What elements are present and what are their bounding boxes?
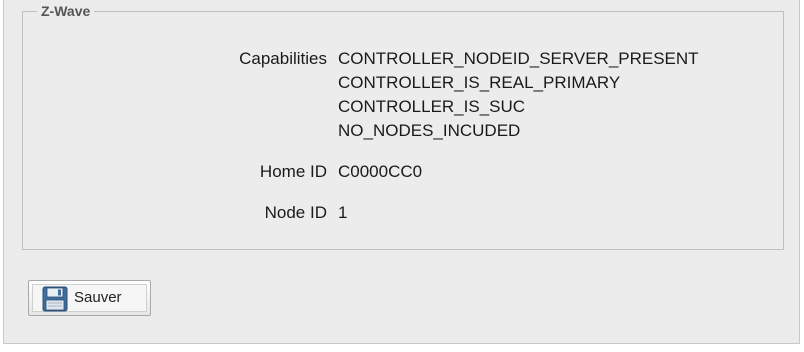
- zwave-fieldset: Z-Wave Capabilities CONTROLLER_NODEID_SE…: [22, 2, 784, 250]
- save-button[interactable]: Sauver: [28, 280, 151, 316]
- home-id-value: C0000CC0: [338, 162, 423, 181]
- save-button-label: Sauver: [74, 289, 122, 306]
- fieldset-legend: Z-Wave: [37, 2, 95, 20]
- capabilities-label: Capabilities: [239, 49, 327, 68]
- capability-item: CONTROLLER_NODEID_SERVER_PRESENT: [338, 49, 699, 68]
- capabilities-list: CONTROLLER_NODEID_SERVER_PRESENT CONTROL…: [338, 47, 699, 143]
- capability-item: CONTROLLER_IS_SUC: [338, 97, 526, 116]
- floppy-disk-icon: [42, 286, 68, 312]
- home-id-label: Home ID: [259, 162, 327, 181]
- node-id-label: Node ID: [264, 203, 327, 222]
- node-id-value: 1: [338, 203, 348, 222]
- capability-item: CONTROLLER_IS_REAL_PRIMARY: [338, 73, 621, 92]
- zwave-panel: Z-Wave Capabilities CONTROLLER_NODEID_SE…: [3, 0, 800, 344]
- capability-item: NO_NODES_INCUDED: [338, 121, 521, 140]
